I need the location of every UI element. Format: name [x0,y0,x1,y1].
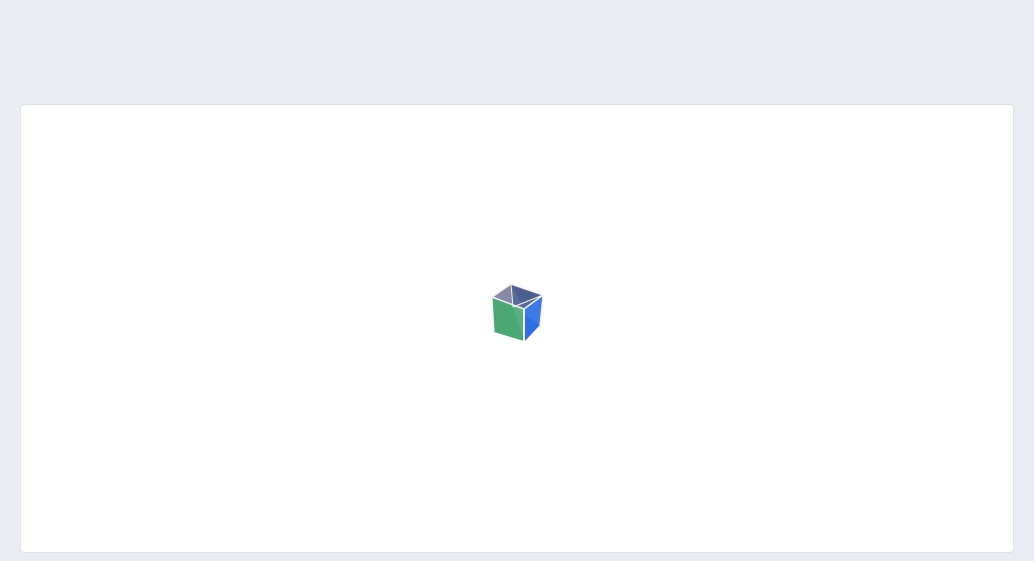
loading-cube-icon [489,283,545,345]
top-empty-area [0,0,1034,104]
main-content-panel [20,104,1014,553]
loading-cube-svg [491,283,544,341]
